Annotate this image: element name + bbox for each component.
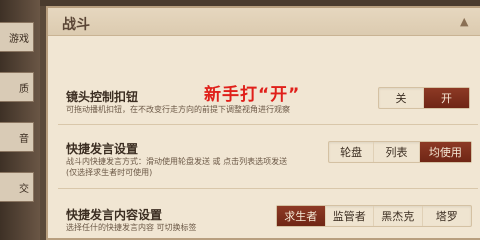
- quick-chat-desc: 战斗内快捷发言方式：滑动使用轮盘发送 或 点击列表选项发送: [66, 157, 288, 166]
- camera-control-on-option[interactable]: 开: [424, 88, 469, 108]
- tab-quality[interactable]: 质: [0, 72, 34, 102]
- camera-control-toggle: 关 开: [378, 87, 470, 109]
- quick-chat-desc-note: (仅选择求生者时可使用): [66, 168, 153, 177]
- quick-chat-title: 快捷发言设置: [66, 142, 139, 156]
- tab-social[interactable]: 交: [0, 172, 34, 202]
- quick-chat-content-desc: 选择任什的快捷发言内容 可切换标签: [66, 223, 197, 232]
- quick-chat-content-title: 快捷发言内容设置: [66, 208, 163, 222]
- guide-annotation: 新手打“开”: [204, 85, 301, 105]
- quick-chat-mode-selector: 轮盘 列表 均使用: [328, 141, 472, 163]
- blackjack-option[interactable]: 黑杰克: [374, 206, 423, 226]
- settings-tab-strip: 游戏 质 音 交: [0, 0, 40, 240]
- section-title: 战斗: [62, 17, 90, 33]
- chevron-up-icon[interactable]: ▲: [460, 16, 472, 28]
- quick-chat-content-tabs: 求生者 监管者 黑杰克 塔罗: [276, 205, 472, 227]
- tab-audio[interactable]: 音: [0, 122, 34, 152]
- settings-panel: 战斗 ▲ 镜头控制扣钮 可拖动播机扣钮，在不改变行走方向的前提下调整视角进行观察…: [46, 6, 480, 240]
- quick-chat-both-option[interactable]: 均使用: [419, 142, 471, 162]
- camera-control-off-option[interactable]: 关: [379, 88, 425, 108]
- tab-game[interactable]: 游戏: [0, 22, 34, 52]
- quick-chat-list-option[interactable]: 列表: [374, 142, 420, 162]
- section-header[interactable]: 战斗 ▲: [48, 8, 480, 36]
- quick-chat-wheel-option[interactable]: 轮盘: [329, 142, 375, 162]
- camera-control-desc: 可拖动播机扣钮，在不改变行走方向的前提下调整视角进行观察: [66, 105, 290, 114]
- row-divider: [58, 124, 478, 125]
- camera-control-title: 镜头控制扣钮: [66, 90, 139, 104]
- tarot-option[interactable]: 塔罗: [423, 206, 472, 226]
- survivor-option[interactable]: 求生者: [277, 206, 326, 226]
- row-divider: [58, 188, 478, 189]
- hunter-option[interactable]: 监管者: [326, 206, 374, 226]
